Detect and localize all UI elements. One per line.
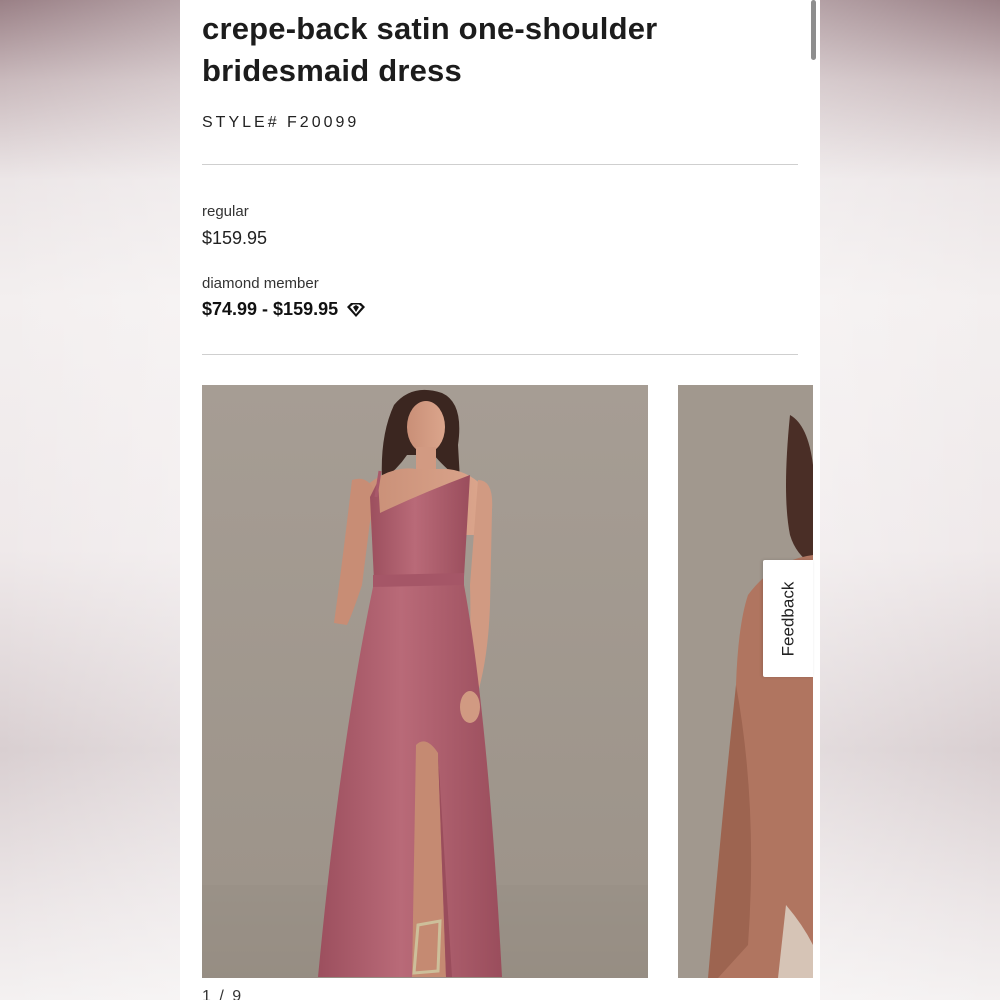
model-back-illustration <box>678 385 813 978</box>
member-price-row: $74.99 - $159.95 <box>202 299 366 320</box>
product-image-second[interactable] <box>678 385 813 978</box>
diamond-icon <box>346 302 366 318</box>
product-page: crepe-back satin one-shoulder bridesmaid… <box>180 0 820 1000</box>
divider-top <box>202 164 798 165</box>
background-right <box>820 0 1000 1000</box>
regular-price-label: regular <box>202 203 249 220</box>
scrollbar[interactable] <box>811 0 816 60</box>
feedback-button[interactable]: Feedback <box>763 560 813 677</box>
background-left <box>0 0 180 1000</box>
divider-bottom <box>202 354 798 355</box>
style-number: STYLE# F20099 <box>202 114 360 131</box>
member-price: $74.99 - $159.95 <box>202 299 339 319</box>
model-illustration <box>202 385 648 978</box>
regular-price: $159.95 <box>202 228 268 248</box>
gallery-pager: 1 / 9 <box>202 988 244 1000</box>
feedback-label: Feedback <box>778 581 798 656</box>
product-image-main[interactable] <box>202 385 648 978</box>
product-title: crepe-back satin one-shoulder bridesmaid… <box>202 11 658 88</box>
member-price-label: diamond member <box>202 275 319 292</box>
